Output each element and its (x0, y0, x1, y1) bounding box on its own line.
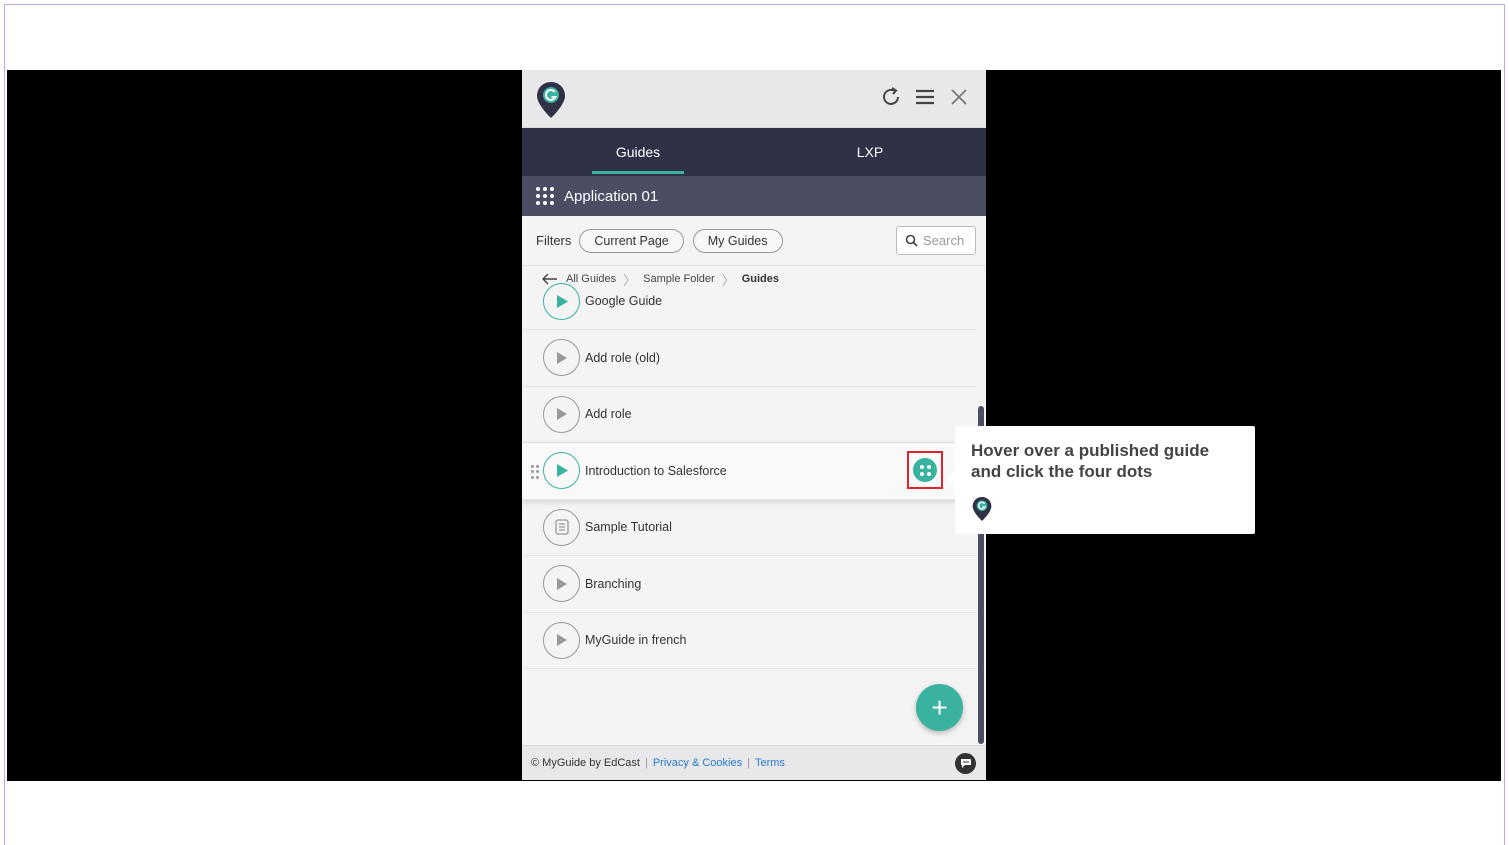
application-selector[interactable]: Application 01 (522, 176, 986, 216)
filters-bar: Filters Current Page My Guides Search (522, 216, 986, 266)
footer-copyright: © MyGuide by EdCast (531, 757, 640, 769)
close-icon[interactable] (946, 84, 972, 110)
play-icon[interactable] (543, 339, 580, 377)
guide-title: Google Guide (585, 294, 663, 308)
breadcrumb-separator-icon: 〉 (623, 272, 637, 288)
guide-row-hovered[interactable]: Introduction to Salesforce (522, 443, 977, 500)
guide-row[interactable]: MyGuide in french (522, 613, 977, 669)
play-icon[interactable] (543, 452, 580, 490)
breadcrumb-all-guides[interactable]: All Guides (566, 273, 616, 285)
highlight-box (907, 451, 943, 489)
guide-row[interactable]: Add role (old) (522, 330, 977, 387)
guide-title: Add role (585, 407, 632, 422)
guide-row[interactable]: Branching (522, 556, 977, 613)
add-guide-button[interactable]: + (916, 684, 963, 731)
myguide-logo-icon (537, 82, 565, 118)
tutorial-icon[interactable] (543, 508, 580, 546)
tab-bar: Guides LXP (522, 128, 986, 176)
tooltip-text: Hover over a published guide and click t… (971, 441, 1210, 481)
refresh-icon[interactable] (878, 84, 904, 110)
search-placeholder: Search (923, 233, 965, 248)
filter-my-guides[interactable]: My Guides (692, 228, 783, 253)
breadcrumb: All Guides 〉 Sample Folder 〉 Guides (522, 266, 986, 292)
drag-handle-icon[interactable] (531, 465, 539, 479)
apps-grid-icon (536, 187, 554, 205)
guide-row[interactable]: Sample Tutorial (522, 500, 977, 556)
panel-header (522, 70, 986, 128)
search-icon (905, 234, 918, 247)
footer-divider: | (747, 757, 750, 769)
breadcrumb-sample-folder[interactable]: Sample Folder (643, 273, 715, 285)
play-icon[interactable] (543, 395, 580, 433)
filters-label: Filters (536, 233, 572, 248)
search-input[interactable]: Search (896, 226, 976, 255)
play-icon[interactable] (543, 621, 580, 659)
guide-title: Branching (585, 576, 642, 591)
terms-link[interactable]: Terms (755, 757, 785, 769)
guide-title: Introduction to Salesforce (585, 463, 727, 478)
step-tooltip: Hover over a published guide and click t… (947, 426, 1255, 534)
menu-icon[interactable] (912, 84, 938, 110)
breadcrumb-separator-icon: 〉 (721, 272, 735, 288)
guide-row[interactable]: Add role (522, 387, 977, 443)
panel-footer: © MyGuide by EdCast | Privacy & Cookies … (522, 745, 986, 780)
play-icon[interactable] (543, 283, 580, 320)
filter-current-page[interactable]: Current Page (579, 228, 684, 253)
application-name: Application 01 (564, 187, 659, 205)
breadcrumb-guides: Guides (741, 273, 780, 285)
myguide-panel: Guides LXP Application 01 Filters Curren… (522, 70, 986, 780)
guide-title: Sample Tutorial (585, 520, 672, 535)
footer-divider: | (644, 757, 648, 769)
play-icon[interactable] (543, 565, 580, 603)
tab-lxp[interactable]: LXP (754, 128, 986, 176)
privacy-link[interactable]: Privacy & Cookies (653, 757, 742, 769)
guide-title: MyGuide in french (585, 633, 687, 648)
guide-row[interactable]: Google Guide (522, 283, 977, 330)
myguide-logo-icon (972, 497, 992, 521)
chat-icon[interactable] (955, 753, 976, 774)
guide-title: Add role (old) (585, 350, 661, 365)
guide-list: Google Guide Add role (old) Add role Int… (522, 283, 977, 669)
tab-guides[interactable]: Guides (522, 128, 754, 176)
four-dots-icon[interactable] (913, 458, 937, 482)
